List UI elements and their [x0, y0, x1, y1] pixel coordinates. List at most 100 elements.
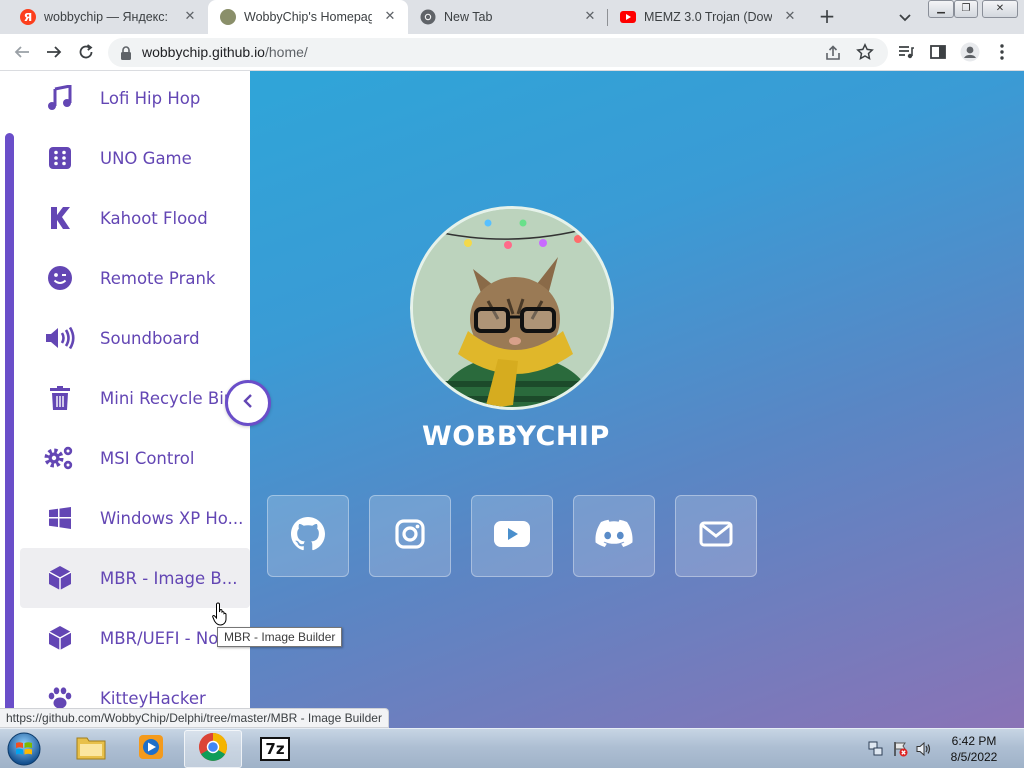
youtube-icon [494, 521, 530, 551]
close-icon[interactable]: ✕ [582, 9, 598, 25]
new-tab-button[interactable]: + [816, 6, 838, 28]
chrome-icon [420, 9, 436, 25]
music-icon [40, 83, 80, 113]
dice-icon [40, 143, 80, 173]
mail-icon [699, 521, 733, 551]
browser-toolbar: wobbychip.github.io/home/ [0, 34, 1024, 71]
instagram-link[interactable] [369, 495, 451, 577]
sidebar-item-label: UNO Game [100, 148, 192, 168]
discord-icon [595, 519, 633, 553]
sidebar-item-label: KitteyHacker [100, 688, 206, 708]
sidebar-item-mbr-image-builder[interactable]: MBR - Image B... [20, 548, 250, 608]
sidebar-item-label: Mini Recycle Bin [100, 388, 235, 408]
sidebar-item-label: MSI Control [100, 448, 195, 468]
chevron-left-icon [241, 393, 255, 413]
github-icon [291, 517, 325, 555]
start-button[interactable] [4, 730, 44, 768]
youtube-icon [620, 9, 636, 25]
close-window-button[interactable]: ✕ [982, 0, 1018, 18]
volume-icon [40, 323, 80, 353]
yandex-icon: Я [20, 9, 36, 25]
sidebar-item-label: Soundboard [100, 328, 200, 348]
url-text: wobbychip.github.io/home/ [142, 44, 308, 60]
tab-yandex[interactable]: Я wobbychip — Яндекс: на ✕ [8, 0, 208, 34]
sidebar-item-mini-recycle-bin[interactable]: Mini Recycle Bin [20, 368, 250, 428]
menu-kebab-icon[interactable] [992, 42, 1012, 62]
sidebar-item-label: Remote Prank [100, 268, 216, 288]
taskbar: 7z 6:42 PM 8/5/2022 [0, 728, 1024, 768]
7zip-icon: 7z [260, 737, 290, 761]
email-link[interactable] [675, 495, 757, 577]
trash-icon [40, 383, 80, 413]
tab-wobbychip-homepage[interactable]: WobbyChip's Homepage ✕ [208, 0, 408, 34]
clock-time: 6:42 PM [951, 734, 997, 748]
tab-title: wobbychip — Яндекс: на [44, 10, 172, 24]
cube-icon [40, 623, 80, 653]
sidebar-item-windows-xp[interactable]: Windows XP Ho... [20, 488, 250, 548]
chrome-icon [198, 732, 228, 766]
github-link[interactable] [267, 495, 349, 577]
taskbar-7zip[interactable]: 7z [246, 730, 304, 768]
url-host: wobbychip.github.io [142, 44, 265, 60]
sidebar-item-remote-prank[interactable]: Remote Prank [20, 248, 250, 308]
clock-date: 8/5/2022 [950, 750, 998, 764]
wink-icon [40, 263, 80, 293]
sidebar-item-soundboard[interactable]: Soundboard [20, 308, 250, 368]
chevron-down-icon[interactable] [896, 8, 914, 26]
sidebar-item-lofi-hip-hop[interactable]: Lofi Hip Hop [20, 71, 250, 128]
tab-title: WobbyChip's Homepage [244, 10, 372, 24]
discord-link[interactable] [573, 495, 655, 577]
forward-icon[interactable] [44, 42, 64, 62]
tab-title: New Tab [444, 10, 493, 24]
close-icon[interactable]: ✕ [382, 9, 398, 25]
sidebar-scrollbar[interactable] [5, 133, 14, 728]
share-icon[interactable] [824, 44, 842, 66]
cat-avatar-image [410, 206, 614, 410]
sidebar-item-label: Kahoot Flood [100, 208, 208, 228]
cat-avatar-icon [220, 9, 236, 25]
media-controls-icon[interactable] [896, 42, 916, 62]
tooltip: MBR - Image Builder [217, 627, 343, 647]
tab-new-tab[interactable]: New Tab ✕ [408, 0, 608, 34]
gears-icon [40, 443, 80, 473]
sidebar-item-label: MBR - Image B... [100, 568, 238, 588]
kahoot-icon [40, 203, 80, 233]
profile-icon[interactable] [960, 42, 980, 62]
taskbar-media-player[interactable] [122, 730, 180, 768]
instagram-icon [395, 519, 425, 553]
taskbar-chrome[interactable] [184, 730, 242, 768]
media-player-icon [137, 733, 165, 765]
restore-button[interactable]: ❐ [954, 0, 978, 18]
windows-icon [40, 503, 80, 533]
action-center-flag-icon[interactable] [892, 741, 908, 761]
sidebar-item-label: Lofi Hip Hop [100, 88, 201, 108]
url-path: /home/ [264, 44, 308, 60]
side-panel-icon[interactable] [928, 42, 948, 62]
page-viewport: WOBBYCHIP Lofi Hip Hop UNO Game Kahoot F… [0, 71, 1024, 728]
brand-title: WOBBYCHIP [422, 421, 610, 452]
back-icon[interactable] [12, 42, 32, 62]
sidebar-item-kahoot-flood[interactable]: Kahoot Flood [20, 188, 250, 248]
tab-memz-video[interactable]: MEMZ 3.0 Trojan (Downlo ✕ [608, 0, 808, 34]
system-clock[interactable]: 6:42 PM 8/5/2022 [934, 733, 1014, 765]
minimize-button[interactable]: ▁ [928, 0, 954, 18]
tab-strip: Я wobbychip — Яндекс: на ✕ WobbyChip's H… [0, 0, 1024, 34]
network-icon[interactable] [868, 741, 884, 761]
hand-cursor-icon [212, 602, 230, 630]
taskbar-explorer[interactable] [62, 730, 120, 768]
hero-section: WOBBYCHIP [250, 71, 1024, 728]
sidebar-item-uno-game[interactable]: UNO Game [20, 128, 250, 188]
bookmark-star-icon[interactable] [856, 43, 874, 65]
explorer-icon [76, 734, 106, 764]
status-bar-url: https://github.com/WobbyChip/Delphi/tree… [0, 708, 389, 728]
speaker-icon[interactable] [916, 741, 932, 761]
sidebar-collapse-button[interactable] [225, 380, 271, 426]
address-bar[interactable]: wobbychip.github.io/home/ [108, 38, 888, 67]
close-icon[interactable]: ✕ [782, 9, 798, 25]
sidebar-item-msi-control[interactable]: MSI Control [20, 428, 250, 488]
lock-icon[interactable] [120, 45, 132, 64]
reload-icon[interactable] [76, 42, 96, 62]
sidebar-item-label: Windows XP Ho... [100, 508, 242, 528]
youtube-link[interactable] [471, 495, 553, 577]
close-icon[interactable]: ✕ [182, 9, 198, 25]
